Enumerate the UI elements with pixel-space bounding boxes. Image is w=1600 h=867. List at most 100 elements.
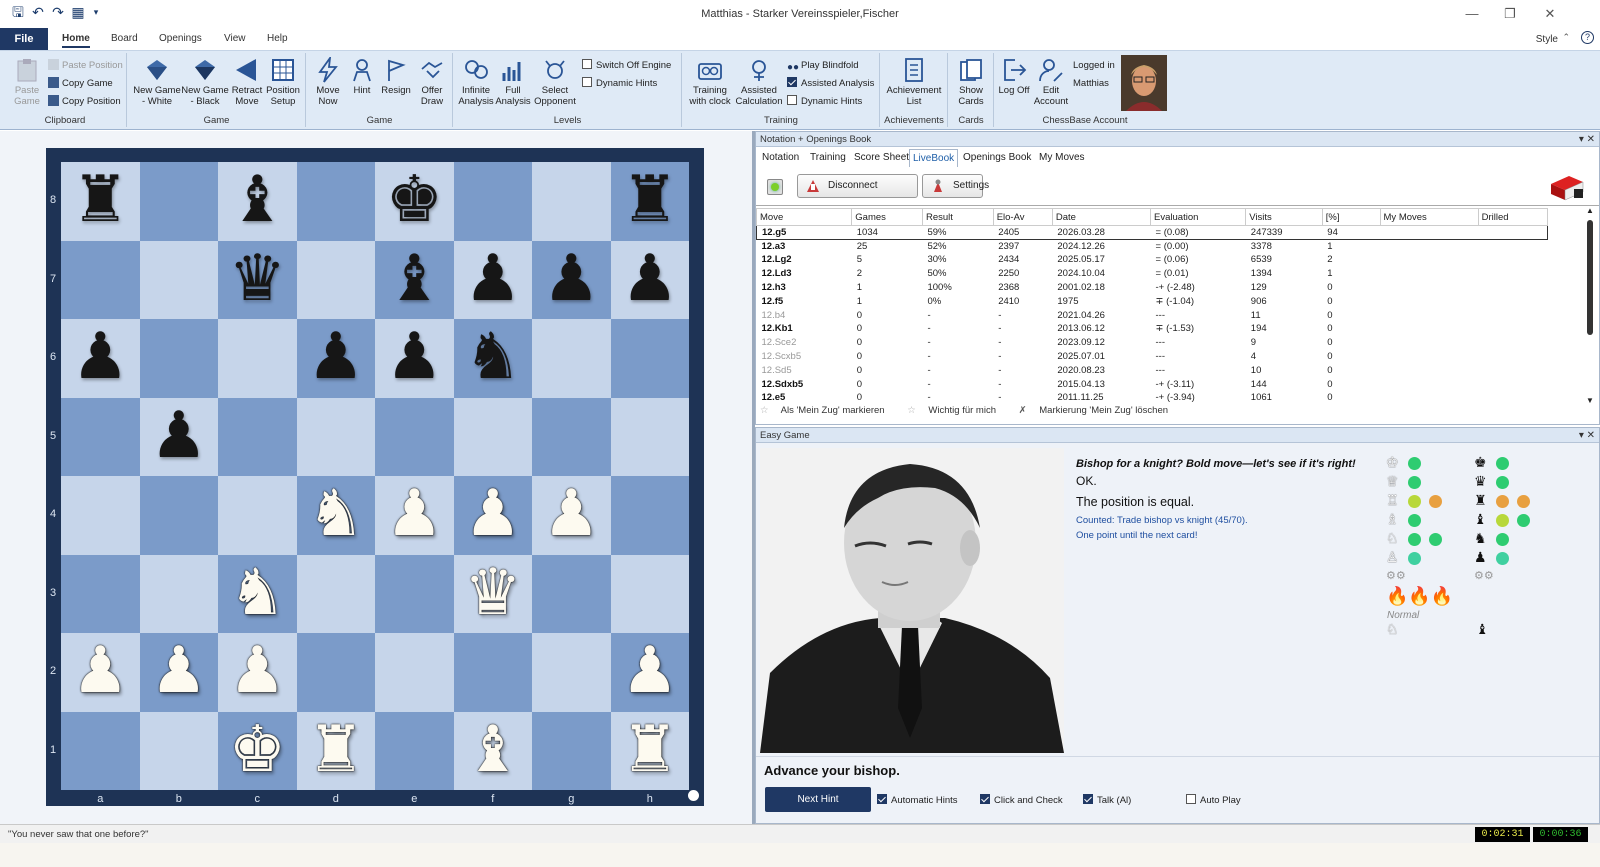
black-bishop[interactable]: ♝	[218, 162, 297, 241]
square-b8[interactable]	[139, 162, 218, 241]
retract-move-button[interactable]: Retract Move	[228, 55, 266, 107]
pane-close-icon[interactable]: ▾ ✕	[1579, 132, 1595, 147]
square-b1[interactable]	[139, 711, 218, 790]
table-row[interactable]: 12.a3 25 52% 2397 2024.12.26 = (0.00) 3378 1	[757, 239, 1548, 253]
square-g5[interactable]	[532, 397, 611, 476]
table-row[interactable]: 12.Sdxb5 0 - - 2015.04.13 -+ (-3.11) 144 0	[757, 377, 1548, 391]
square-b4[interactable]	[139, 476, 218, 555]
square-a3[interactable]	[61, 554, 140, 633]
square-d8[interactable]	[296, 162, 375, 241]
square-e1[interactable]	[375, 711, 454, 790]
square-h4[interactable]	[610, 476, 689, 555]
restore-icon[interactable]: ❐	[1500, 6, 1520, 22]
assisted-analysis-checkbox[interactable]: Assisted Analysis	[787, 77, 874, 91]
infinite-analysis-button[interactable]: Infinite Analysis	[456, 55, 496, 107]
settings-button[interactable]: Settings	[922, 174, 989, 198]
square-f8[interactable]	[453, 162, 532, 241]
tab-help[interactable]: Help	[267, 33, 288, 44]
chevron-down-icon[interactable]: ⌃	[1562, 32, 1570, 43]
checkbox[interactable]	[1083, 794, 1093, 804]
hint-button[interactable]: Hint	[347, 55, 377, 96]
checkbox[interactable]	[582, 77, 592, 87]
automatic-hints-checkbox[interactable]: Automatic Hints	[877, 794, 958, 806]
square-b6[interactable]	[139, 319, 218, 398]
table-row[interactable]: 12.Lg2 5 30% 2434 2025.05.17 = (0.06) 6539 2	[757, 253, 1548, 267]
column-header[interactable]: Result	[921, 208, 994, 226]
tab-view[interactable]: View	[224, 33, 246, 44]
square-f5[interactable]	[453, 397, 532, 476]
move-now-button[interactable]: Move Now	[311, 55, 345, 107]
square-d5[interactable]	[296, 397, 375, 476]
help-icon[interactable]: ?	[1581, 31, 1594, 44]
black-pawn[interactable]: ♟	[61, 319, 140, 398]
scrollbar-thumb[interactable]	[1587, 220, 1593, 335]
square-b7[interactable]	[139, 240, 218, 319]
table-row[interactable]: 12.Kb1 0 - - 2013.06.12 ∓ (-1.53) 194 0	[757, 322, 1548, 336]
column-header[interactable]: Date	[1051, 208, 1152, 226]
white-rook[interactable]: ♜	[611, 712, 690, 791]
black-king[interactable]: ♚	[375, 162, 454, 241]
style-menu[interactable]: Style	[1536, 34, 1558, 45]
column-header[interactable]: Move	[755, 208, 853, 226]
achievement-list-button[interactable]: Achievement List	[883, 55, 945, 107]
black-pawn[interactable]: ♟	[140, 398, 219, 477]
column-header[interactable]: [%]	[1321, 208, 1381, 226]
table-row[interactable]: 12.g5 1034 59% 2405 2026.03.28 = (0.08) 247339…	[755, 225, 1549, 240]
tab-score-sheet[interactable]: Score Sheet	[851, 151, 912, 164]
white-king[interactable]: ♚	[218, 712, 297, 791]
tab-board[interactable]: Board	[111, 33, 138, 44]
square-f2[interactable]	[453, 633, 532, 712]
column-header[interactable]: My Moves	[1379, 208, 1479, 226]
checkbox[interactable]	[1186, 794, 1196, 804]
position-setup-button[interactable]: Position Setup	[263, 55, 303, 107]
chessboard[interactable]: ♜ ♝ ♚ ♜ ♛ ♝ ♟ ♟ ♟ ♟ ♟ ♟ ♞ ♟ ♞ ♟ ♟ ♟ ♞ ♛ ♟ ♟ ♟ ♟ ♚ ♜ ♝ ♜	[61, 162, 689, 790]
disconnect-button[interactable]: Disconnect	[797, 174, 918, 198]
close-icon[interactable]: ✕	[1540, 6, 1560, 22]
white-pawn[interactable]: ♟	[454, 476, 533, 555]
minimize-icon[interactable]: —	[1462, 6, 1482, 21]
paste-position-button[interactable]: Paste Position	[48, 59, 123, 73]
black-pawn[interactable]: ♟	[532, 241, 611, 320]
pane-close-icon[interactable]: ▾ ✕	[1579, 428, 1595, 443]
square-c4[interactable]	[218, 476, 297, 555]
click-and-check-checkbox[interactable]: Click and Check	[980, 794, 1063, 806]
table-row[interactable]: 12.h3 1 100% 2368 2001.02.18 -+ (-2.48) 129 0	[757, 281, 1548, 295]
new-game-white-button[interactable]: New Game - White	[132, 55, 182, 107]
assisted-calculation-button[interactable]: Assisted Calculation	[733, 55, 785, 107]
square-b3[interactable]	[139, 554, 218, 633]
white-pawn[interactable]: ♟	[611, 633, 690, 712]
square-d3[interactable]	[296, 554, 375, 633]
checkbox[interactable]	[980, 794, 990, 804]
black-rook[interactable]: ♜	[61, 162, 140, 241]
log-off-button[interactable]: Log Off	[997, 55, 1031, 96]
square-e5[interactable]	[375, 397, 454, 476]
square-e2[interactable]	[375, 633, 454, 712]
tab-home[interactable]: Home	[62, 33, 90, 48]
table-row[interactable]: 12.e5 0 - - 2011.11.25 -+ (-3.94) 1061 0	[757, 391, 1548, 405]
checkbox[interactable]	[787, 77, 797, 87]
clear-my-move-button[interactable]: ✗ Markierung 'Mein Zug' löschen	[1019, 405, 1178, 416]
black-pawn[interactable]: ♟	[375, 319, 454, 398]
black-pawn[interactable]: ♟	[454, 241, 533, 320]
table-row[interactable]: 12.f5 1 0% 2410 1975 ∓ (-1.04) 906 0	[757, 294, 1548, 308]
square-e3[interactable]	[375, 554, 454, 633]
book-icon[interactable]	[1547, 172, 1587, 202]
checkbox[interactable]	[582, 59, 592, 69]
column-header[interactable]: Visits	[1245, 208, 1323, 226]
new-game-black-button[interactable]: New Game - Black	[180, 55, 230, 107]
mark-my-move-button[interactable]: ☆ Als 'Mein Zug' markieren	[760, 405, 895, 416]
play-blindfold-button[interactable]: ●● Play Blindfold	[787, 59, 859, 73]
column-header[interactable]: Evaluation	[1150, 208, 1247, 226]
square-g6[interactable]	[532, 319, 611, 398]
resign-button[interactable]: Resign	[379, 55, 413, 96]
tab-openings-book[interactable]: Openings Book	[960, 151, 1034, 164]
show-cards-button[interactable]: Show Cards	[951, 55, 991, 107]
square-g3[interactable]	[532, 554, 611, 633]
tab-openings[interactable]: Openings	[159, 33, 202, 44]
copy-game-button[interactable]: Copy Game	[48, 77, 113, 91]
copy-position-button[interactable]: Copy Position	[48, 95, 121, 109]
white-pawn[interactable]: ♟	[140, 633, 219, 712]
square-a4[interactable]	[61, 476, 140, 555]
file-menu[interactable]: File	[0, 28, 48, 50]
select-opponent-button[interactable]: Select Opponent	[532, 55, 578, 107]
